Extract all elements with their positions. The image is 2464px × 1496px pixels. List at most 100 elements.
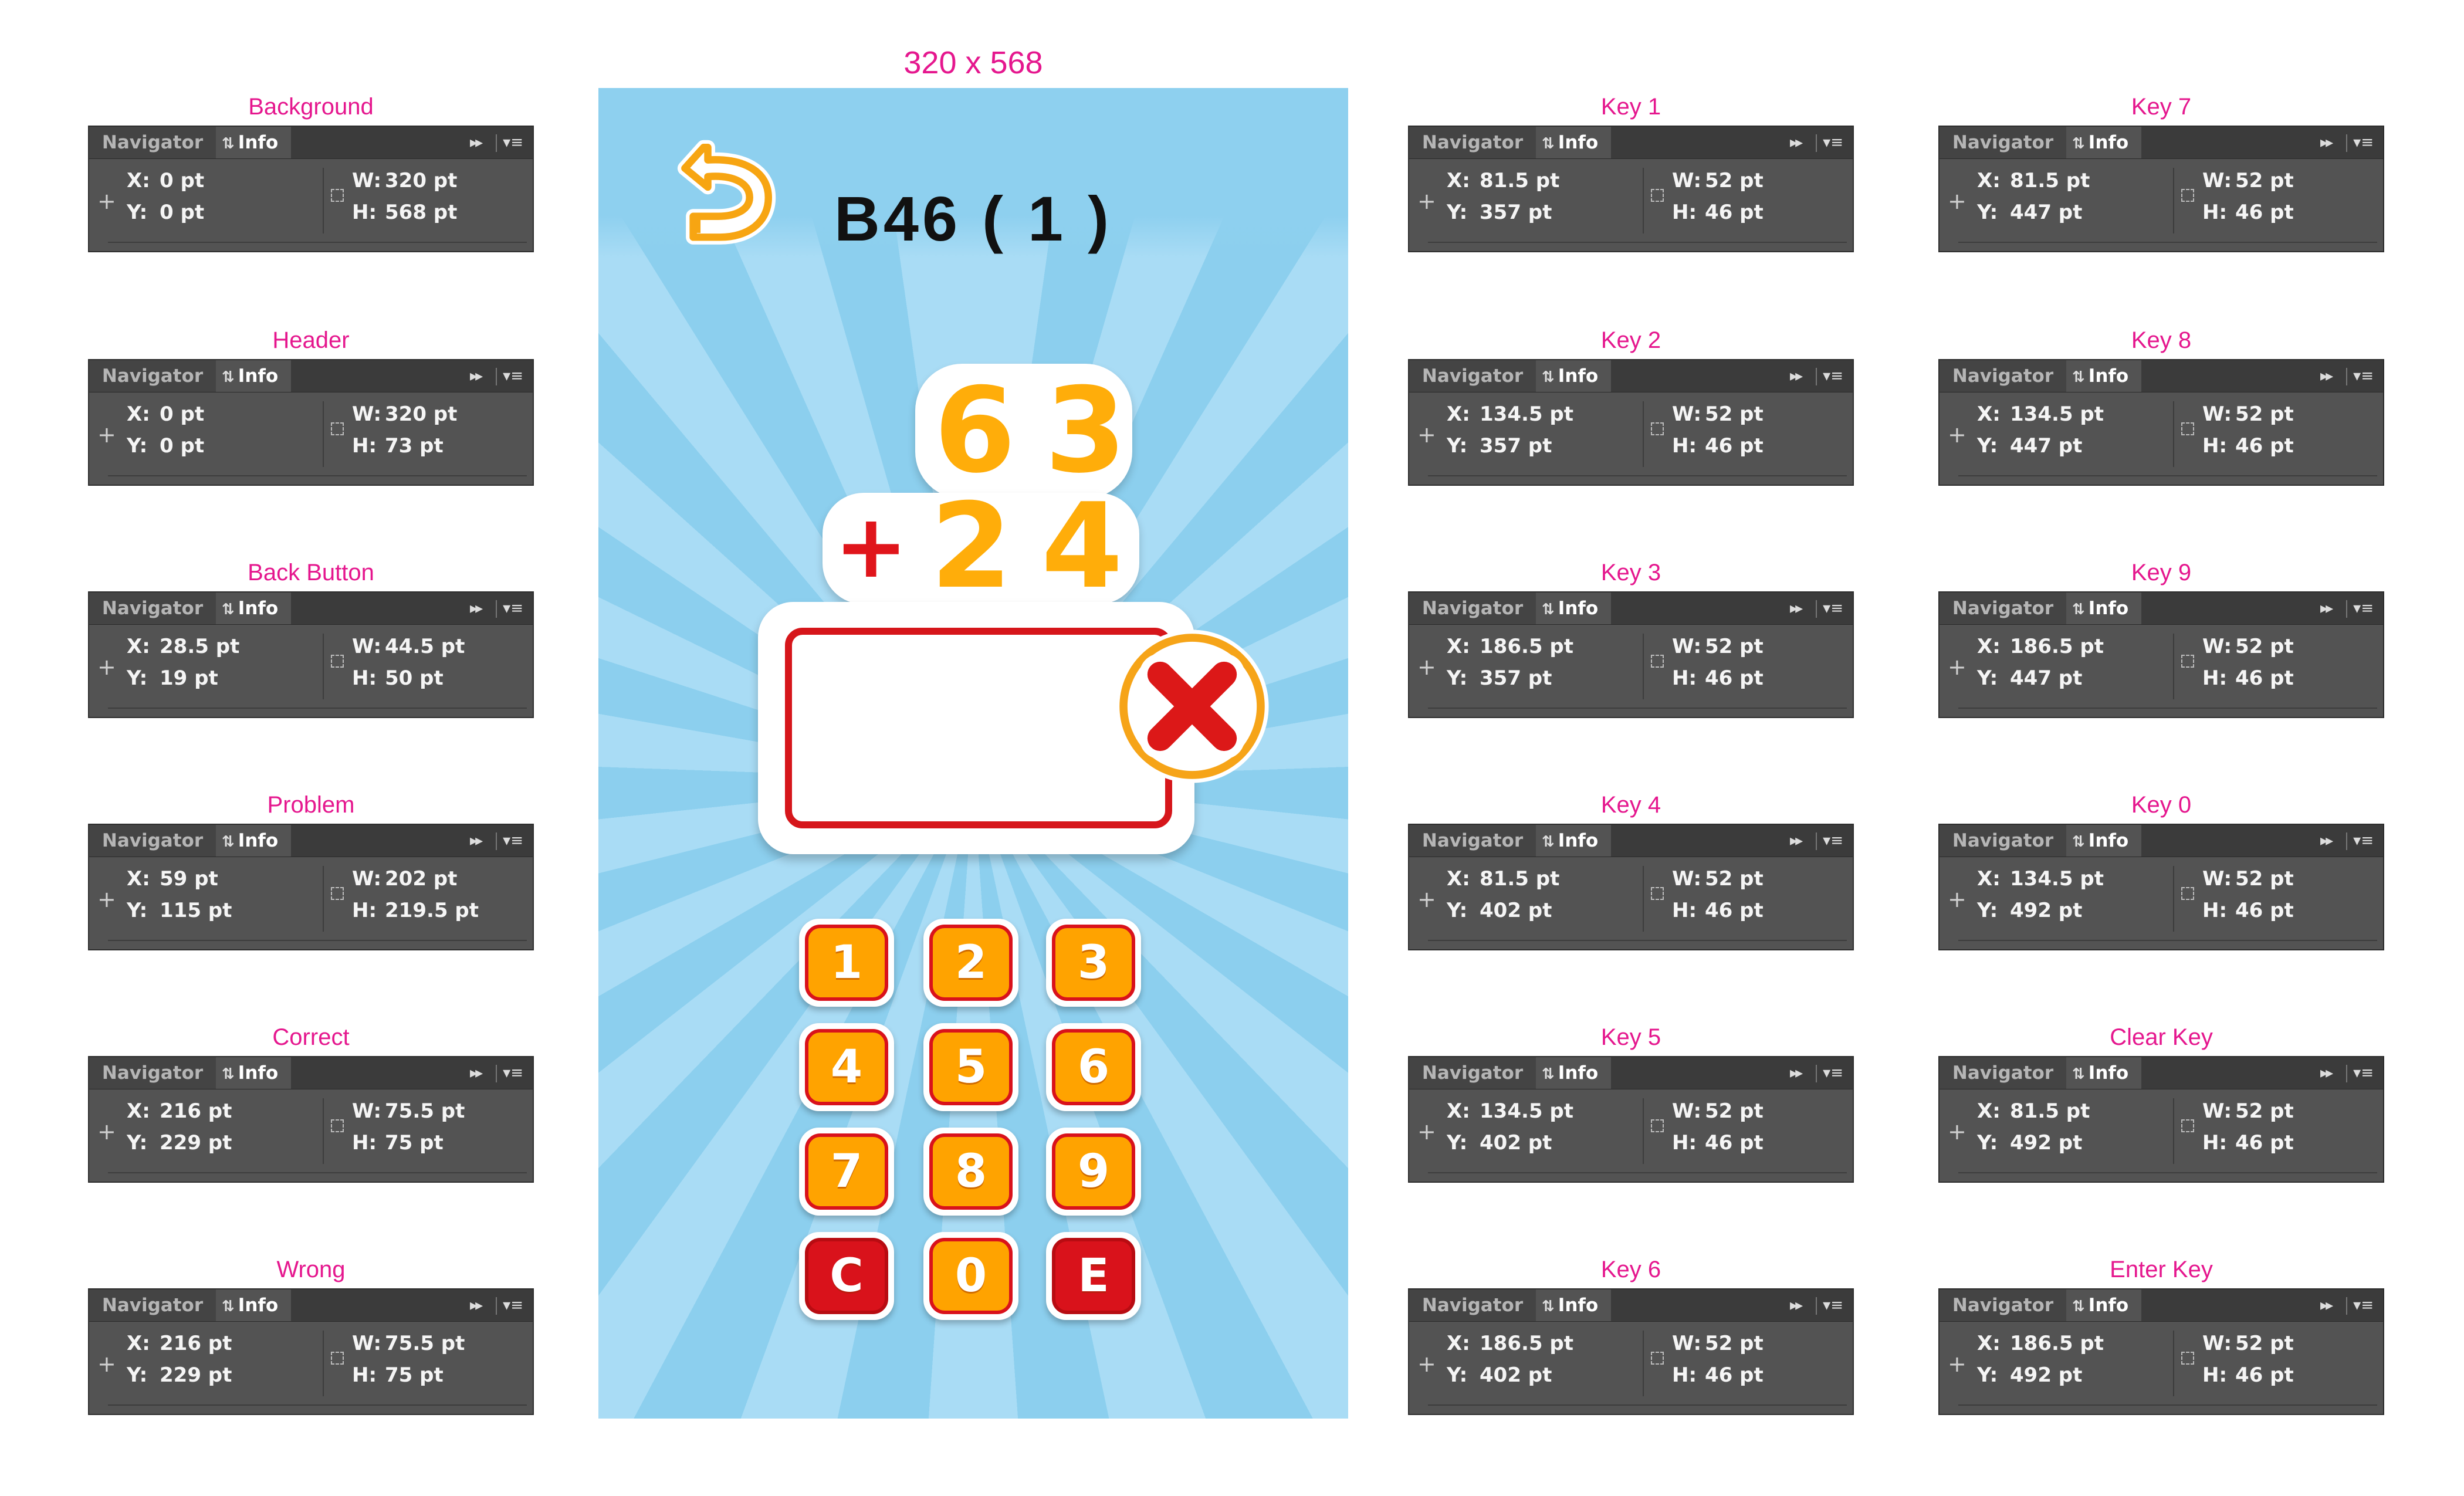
- tab-navigator[interactable]: Navigator: [1940, 1057, 2067, 1089]
- tab-navigator[interactable]: Navigator: [1409, 127, 1536, 158]
- level-title: B46 ( 1 ): [834, 183, 1113, 254]
- tab-navigator[interactable]: Navigator: [1940, 127, 2067, 158]
- panel-menu-icon[interactable]: ▾≡: [2353, 600, 2374, 617]
- panel-menu-icon[interactable]: ▾≡: [1823, 367, 1843, 385]
- tab-navigator[interactable]: Navigator: [89, 360, 216, 392]
- tab-navigator[interactable]: Navigator: [1940, 360, 2067, 392]
- tab-info[interactable]: ⇅ Info: [216, 1289, 291, 1321]
- tab-navigator[interactable]: Navigator: [1940, 825, 2067, 857]
- tab-info[interactable]: ⇅ Info: [216, 360, 291, 392]
- enter-key[interactable]: E: [1046, 1232, 1141, 1320]
- key-3[interactable]: 3: [1046, 919, 1141, 1007]
- collapse-arrows-icon[interactable]: ▸▸: [470, 832, 483, 849]
- tab-info[interactable]: ⇅ Info: [2066, 1289, 2141, 1321]
- key-9[interactable]: 9: [1046, 1128, 1141, 1216]
- tab-info[interactable]: ⇅ Info: [1536, 593, 1611, 624]
- collapse-arrows-icon[interactable]: ▸▸: [2320, 1064, 2333, 1082]
- collapse-arrows-icon[interactable]: ▸▸: [470, 1064, 483, 1082]
- tab-navigator[interactable]: Navigator: [1940, 593, 2067, 624]
- crosshair-icon: +: [1417, 422, 1436, 448]
- tab-navigator[interactable]: Navigator: [1409, 593, 1536, 624]
- collapse-arrows-icon[interactable]: ▸▸: [2320, 1297, 2333, 1314]
- panel-menu-icon[interactable]: ▾≡: [2353, 367, 2374, 385]
- bounding-box-icon: [2181, 655, 2194, 668]
- panel-menu-icon[interactable]: ▾≡: [503, 832, 523, 849]
- collapse-arrows-icon[interactable]: ▸▸: [470, 367, 483, 385]
- collapse-arrows-icon[interactable]: ▸▸: [1790, 134, 1803, 151]
- key-1[interactable]: 1: [799, 919, 894, 1007]
- divider: [323, 634, 324, 699]
- panel-menu-icon[interactable]: ▾≡: [2353, 832, 2374, 849]
- tab-navigator[interactable]: Navigator: [1409, 1289, 1536, 1321]
- tab-info[interactable]: ⇅ Info: [216, 1057, 291, 1089]
- collapse-arrows-icon[interactable]: ▸▸: [470, 1297, 483, 1314]
- palette-controls: ▸▸ ▾≡: [470, 127, 523, 158]
- x-readout: X: 59 pt: [127, 867, 218, 891]
- tab-navigator[interactable]: Navigator: [1940, 1289, 2067, 1321]
- panel-menu-icon[interactable]: ▾≡: [2353, 1297, 2374, 1314]
- collapse-arrows-icon[interactable]: ▸▸: [470, 134, 483, 151]
- y-readout: Y: 492 pt: [1977, 899, 2083, 922]
- tab-info[interactable]: ⇅ Info: [1536, 1057, 1611, 1089]
- panel-menu-icon[interactable]: ▾≡: [1823, 832, 1843, 849]
- panel-menu-icon[interactable]: ▾≡: [1823, 1297, 1843, 1314]
- tab-info[interactable]: ⇅ Info: [1536, 1289, 1611, 1321]
- crosshair-icon: +: [97, 188, 116, 214]
- tab-navigator[interactable]: Navigator: [1409, 360, 1536, 392]
- panel-menu-icon[interactable]: ▾≡: [1823, 600, 1843, 617]
- clear-key[interactable]: C: [799, 1232, 894, 1320]
- panel-menu-icon[interactable]: ▾≡: [2353, 134, 2374, 151]
- collapse-arrows-icon[interactable]: ▸▸: [1790, 1064, 1803, 1082]
- collapse-arrows-icon[interactable]: ▸▸: [2320, 367, 2333, 385]
- tab-navigator[interactable]: Navigator: [1409, 1057, 1536, 1089]
- footer-rule: [1958, 940, 2377, 941]
- key-0[interactable]: 0: [923, 1232, 1018, 1320]
- tab-navigator[interactable]: Navigator: [89, 1289, 216, 1321]
- tab-info[interactable]: ⇅ Info: [1536, 825, 1611, 857]
- panel-menu-icon[interactable]: ▾≡: [1823, 1064, 1843, 1082]
- tab-navigator[interactable]: Navigator: [89, 825, 216, 857]
- panel-menu-icon[interactable]: ▾≡: [503, 367, 523, 385]
- sort-arrows-icon: ⇅: [1542, 833, 1555, 851]
- width-readout: W: 202 pt: [352, 867, 458, 891]
- collapse-arrows-icon[interactable]: ▸▸: [2320, 134, 2333, 151]
- key-2[interactable]: 2: [923, 919, 1018, 1007]
- key-6[interactable]: 6: [1046, 1023, 1141, 1111]
- key-5[interactable]: 5: [923, 1023, 1018, 1111]
- panel-menu-icon[interactable]: ▾≡: [1823, 134, 1843, 151]
- tab-info[interactable]: ⇅ Info: [2066, 593, 2141, 624]
- collapse-arrows-icon[interactable]: ▸▸: [1790, 1297, 1803, 1314]
- panel-menu-icon[interactable]: ▾≡: [503, 600, 523, 617]
- palette-controls: ▸▸ ▾≡: [1790, 1057, 1843, 1089]
- tab-navigator[interactable]: Navigator: [1409, 825, 1536, 857]
- tab-info[interactable]: ⇅ Info: [216, 593, 291, 624]
- tab-info[interactable]: ⇅ Info: [2066, 127, 2141, 158]
- tab-info[interactable]: ⇅ Info: [2066, 360, 2141, 392]
- y-readout: Y: 115 pt: [127, 899, 232, 922]
- tab-navigator[interactable]: Navigator: [89, 127, 216, 158]
- tab-info[interactable]: ⇅ Info: [1536, 360, 1611, 392]
- palette-controls: ▸▸ ▾≡: [470, 825, 523, 857]
- tab-info[interactable]: ⇅ Info: [216, 825, 291, 857]
- tab-navigator[interactable]: Navigator: [89, 593, 216, 624]
- panel-menu-icon[interactable]: ▾≡: [503, 1064, 523, 1082]
- separator: [1816, 1064, 1817, 1082]
- panel-menu-icon[interactable]: ▾≡: [503, 1297, 523, 1314]
- collapse-arrows-icon[interactable]: ▸▸: [470, 600, 483, 617]
- collapse-arrows-icon[interactable]: ▸▸: [1790, 600, 1803, 617]
- key-4[interactable]: 4: [799, 1023, 894, 1111]
- collapse-arrows-icon[interactable]: ▸▸: [2320, 600, 2333, 617]
- collapse-arrows-icon[interactable]: ▸▸: [2320, 832, 2333, 849]
- tab-info[interactable]: ⇅ Info: [1536, 127, 1611, 158]
- collapse-arrows-icon[interactable]: ▸▸: [1790, 832, 1803, 849]
- tab-info[interactable]: ⇅ Info: [216, 127, 291, 158]
- bounding-box-icon: [2181, 887, 2194, 900]
- tab-navigator[interactable]: Navigator: [89, 1057, 216, 1089]
- tab-info[interactable]: ⇅ Info: [2066, 825, 2141, 857]
- key-7[interactable]: 7: [799, 1128, 894, 1216]
- key-8[interactable]: 8: [923, 1128, 1018, 1216]
- tab-info[interactable]: ⇅ Info: [2066, 1057, 2141, 1089]
- collapse-arrows-icon[interactable]: ▸▸: [1790, 367, 1803, 385]
- panel-menu-icon[interactable]: ▾≡: [2353, 1064, 2374, 1082]
- panel-menu-icon[interactable]: ▾≡: [503, 134, 523, 151]
